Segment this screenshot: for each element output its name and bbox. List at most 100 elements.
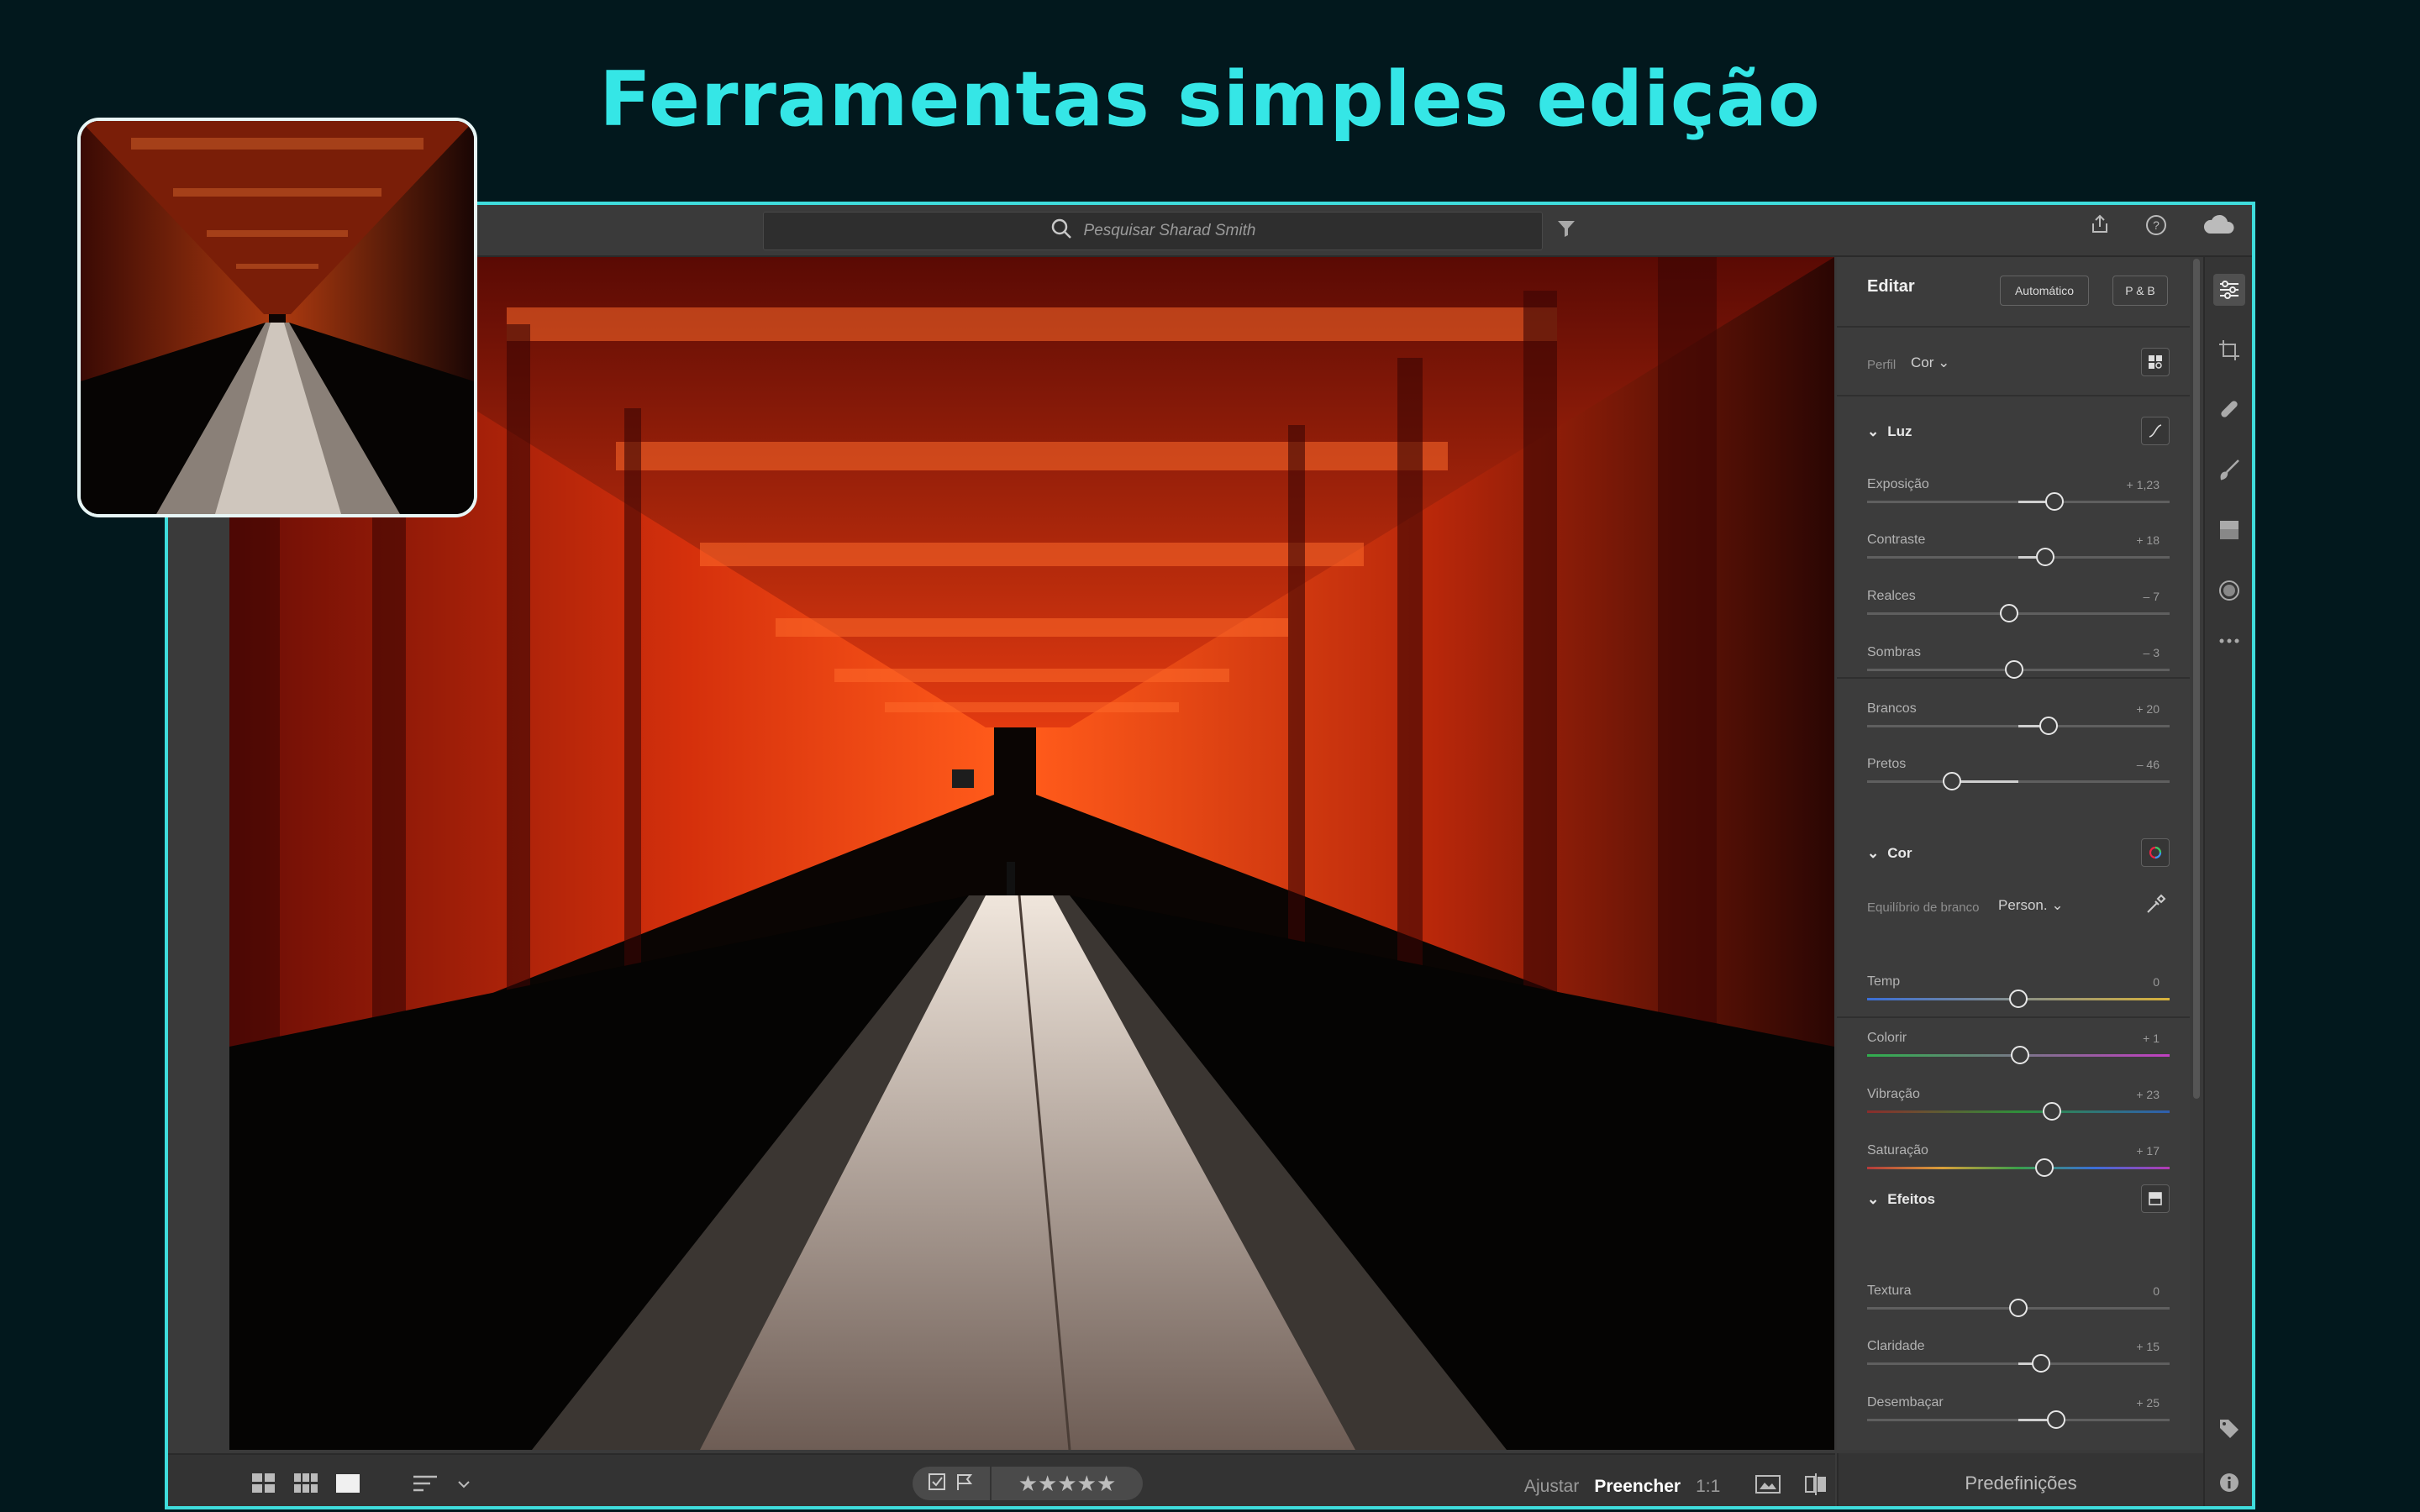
before-after-icon[interactable]	[1755, 1474, 1781, 1499]
slider-track[interactable]	[1867, 1102, 2170, 1121]
edit-sliders-icon[interactable]	[2213, 274, 2245, 306]
fill-button[interactable]: Preencher	[1594, 1477, 1681, 1497]
divider	[1837, 395, 2190, 396]
slider-value[interactable]: 0	[2153, 975, 2160, 989]
section-color-header[interactable]: ⌄ Cor	[1867, 845, 1912, 862]
star-rating[interactable]: ★★★★★	[992, 1467, 1143, 1500]
slider-track[interactable]	[1867, 717, 2170, 735]
slider-track[interactable]	[1867, 548, 2170, 566]
section-effects-header[interactable]: ⌄ Efeitos	[1867, 1191, 1935, 1208]
ratio-button[interactable]: 1:1	[1696, 1477, 1720, 1497]
slider-track[interactable]	[1867, 660, 2170, 679]
slider-track[interactable]	[1867, 1299, 2170, 1317]
slider-value[interactable]: + 15	[2136, 1340, 2160, 1353]
slider-track[interactable]	[1867, 990, 2170, 1008]
slider-label: Colorir	[1867, 1031, 1907, 1045]
curve-icon[interactable]	[2141, 417, 2170, 445]
slider-value[interactable]: – 46	[2137, 758, 2160, 771]
slider-track[interactable]	[1867, 772, 2170, 790]
slider-knob[interactable]	[2009, 1299, 2028, 1317]
cloud-icon[interactable]	[2202, 213, 2235, 241]
share-icon[interactable]	[2089, 213, 2111, 241]
section-light-header[interactable]: ⌄ Luz	[1867, 423, 1912, 440]
slider-knob[interactable]	[1942, 772, 1961, 790]
sort-icon[interactable]	[413, 1473, 439, 1498]
presets-button[interactable]: Predefinições	[1837, 1453, 2203, 1506]
profile-value: Cor	[1911, 354, 1934, 370]
view-modes	[252, 1473, 471, 1498]
slider-value[interactable]: – 7	[2144, 590, 2160, 603]
slider-track[interactable]	[1867, 1046, 2170, 1064]
crop-icon[interactable]	[2213, 334, 2245, 366]
slider-track[interactable]	[1867, 1410, 2170, 1429]
tag-icon[interactable]	[2213, 1413, 2245, 1445]
slider-track[interactable]	[1867, 492, 2170, 511]
slider-value[interactable]: + 1	[2143, 1032, 2160, 1045]
help-icon[interactable]: ?	[2144, 213, 2168, 241]
wb-label: Equilíbrio de branco	[1867, 900, 1980, 915]
flag-reject-icon[interactable]	[955, 1473, 974, 1495]
slider-label: Temp	[1867, 974, 1901, 989]
slider-value[interactable]: 0	[2153, 1284, 2160, 1298]
top-icons: ?	[2089, 213, 2235, 241]
panel-scrollbar[interactable]	[2193, 259, 2200, 1099]
wb-dropdown[interactable]: Person. ⌄	[1998, 897, 2064, 914]
eyedropper-icon[interactable]	[2144, 894, 2166, 920]
slider-value[interactable]: + 17	[2136, 1144, 2160, 1158]
compare-icon[interactable]	[1804, 1473, 1828, 1500]
slider-value[interactable]: + 25	[2136, 1396, 2160, 1410]
slider-value[interactable]: + 23	[2136, 1088, 2160, 1101]
chevron-down-icon: ⌄	[1867, 423, 1880, 439]
slider-label: Exposição	[1867, 477, 1929, 491]
slider-track[interactable]	[1867, 1158, 2170, 1177]
square-grid-icon[interactable]	[252, 1473, 276, 1498]
slider-label: Brancos	[1867, 701, 1917, 716]
slider-knob[interactable]	[2036, 548, 2055, 566]
search-input[interactable]: Pesquisar Sharad Smith	[763, 212, 1543, 250]
slider-value[interactable]: – 3	[2144, 646, 2160, 659]
bottom-toolbar: ★★★★★ Ajustar Preencher 1:1	[168, 1453, 1835, 1506]
slider-knob[interactable]	[2000, 604, 2019, 622]
color-mixer-icon[interactable]	[2141, 838, 2170, 867]
profile-dropdown[interactable]: Cor ⌄	[1911, 354, 1949, 371]
slider-knob[interactable]	[2010, 1046, 2029, 1064]
info-icon[interactable]	[2213, 1467, 2245, 1499]
slider-track[interactable]	[1867, 1354, 2170, 1373]
detail-view-icon[interactable]	[336, 1473, 360, 1498]
slider-knob[interactable]	[2045, 492, 2065, 511]
slider-value[interactable]: + 18	[2136, 533, 2160, 547]
slider-label: Saturação	[1867, 1143, 1928, 1158]
divider	[1837, 326, 2190, 328]
adjust-button[interactable]: Ajustar	[1524, 1477, 1579, 1497]
filter-icon[interactable]	[1556, 218, 1576, 243]
slider-knob[interactable]	[2034, 1158, 2054, 1177]
slider-label: Pretos	[1867, 757, 1907, 771]
slider-value[interactable]: + 20	[2136, 702, 2160, 716]
radial-gradient-icon[interactable]	[2213, 575, 2245, 606]
slider-knob[interactable]	[2039, 717, 2058, 735]
chevron-down-icon[interactable]	[457, 1478, 471, 1494]
slider-knob[interactable]	[2042, 1102, 2061, 1121]
effects-icon[interactable]	[2141, 1184, 2170, 1213]
more-icon[interactable]	[2213, 625, 2245, 657]
healing-brush-icon[interactable]	[2213, 393, 2245, 425]
bw-button[interactable]: P & B	[2112, 276, 2168, 306]
slider-track[interactable]	[1867, 604, 2170, 622]
slider-label: Vibração	[1867, 1087, 1920, 1101]
grid-icon[interactable]	[294, 1473, 318, 1498]
slider-fill	[1951, 780, 2018, 783]
slider-knob[interactable]	[2009, 990, 2028, 1008]
slider-knob[interactable]	[2032, 1354, 2050, 1373]
brush-icon[interactable]	[2213, 454, 2245, 486]
search-placeholder: Pesquisar Sharad Smith	[1083, 222, 1256, 239]
slider-knob[interactable]	[2004, 660, 2023, 679]
flag-pick-icon[interactable]	[929, 1473, 947, 1495]
slider-label: Desembaçar	[1867, 1395, 1944, 1410]
linear-gradient-icon[interactable]	[2213, 514, 2245, 546]
section-color-title: Cor	[1887, 845, 1912, 861]
profile-browser-icon[interactable]	[2141, 348, 2170, 376]
slider-knob[interactable]	[2047, 1410, 2065, 1429]
top-bar: Pesquisar Sharad Smith ?	[168, 205, 2252, 257]
slider-value[interactable]: + 1,23	[2127, 478, 2160, 491]
auto-button[interactable]: Automático	[2000, 276, 2089, 306]
